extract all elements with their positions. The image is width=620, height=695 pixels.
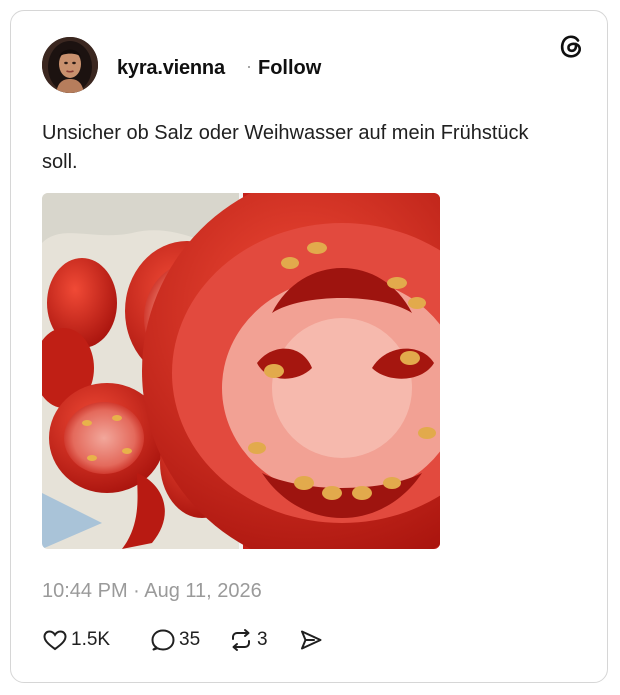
threads-logo-icon[interactable] <box>557 32 585 60</box>
threads-post-card: kyra.vienna · Follow Unsicher ob Salz od… <box>10 10 608 683</box>
post-actions: 1.5K 35 3 <box>42 625 442 655</box>
repost-button[interactable]: 3 <box>228 625 268 655</box>
post-text: Unsicher ob Salz oder Weihwasser auf mei… <box>42 122 529 173</box>
speech-bubble-icon <box>150 627 176 653</box>
separator-dot: · <box>246 56 252 76</box>
follow-button[interactable]: Follow <box>258 57 321 80</box>
repost-arrows-icon <box>228 627 254 653</box>
reply-button[interactable]: 35 <box>150 625 200 655</box>
share-button[interactable] <box>298 625 324 655</box>
like-button[interactable]: 1.5K <box>42 625 110 655</box>
avatar[interactable] <box>42 37 98 93</box>
reply-count: 35 <box>179 629 201 650</box>
heart-icon <box>42 627 68 653</box>
right-photo <box>142 193 440 549</box>
repost-count: 3 <box>257 629 268 650</box>
send-arrow-icon <box>298 627 324 653</box>
username[interactable]: kyra.vienna <box>117 57 225 80</box>
post-timestamp[interactable]: 10:44 PM · Aug 11, 2026 <box>42 580 262 603</box>
like-count: 1.5K <box>71 629 111 650</box>
post-image[interactable] <box>42 193 440 549</box>
